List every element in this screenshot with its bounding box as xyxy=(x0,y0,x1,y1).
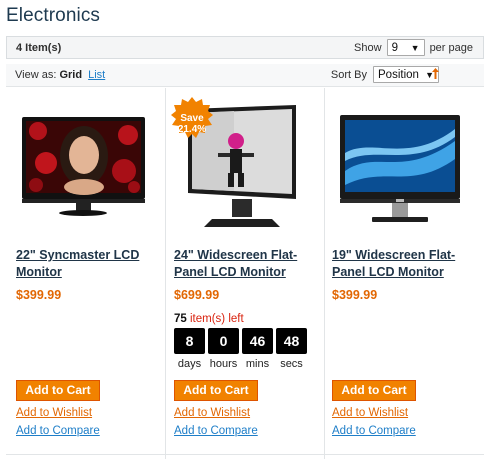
product-price: $399.99 xyxy=(16,288,62,302)
save-label: Save xyxy=(180,113,204,124)
timer-secs-value: 48 xyxy=(276,328,307,354)
show-label: Show xyxy=(354,41,382,54)
product-image[interactable] xyxy=(332,101,467,236)
product-item: 22" Syncmaster LCD Monitor $399.99 Add t… xyxy=(12,88,160,454)
arrow-up-icon[interactable] xyxy=(431,67,440,83)
product-grid: 22" Syncmaster LCD Monitor $399.99 Add t… xyxy=(6,88,484,459)
column-divider xyxy=(324,88,325,459)
per-page-label: per page xyxy=(429,41,473,54)
timer-mins: 46 mins xyxy=(242,328,273,370)
product-name-link[interactable]: 22" Syncmaster LCD Monitor xyxy=(16,247,162,281)
add-to-cart-button[interactable]: Add to Cart xyxy=(332,380,416,401)
product-item: Save 21.4% 24" Widescreen Flat- Panel LC… xyxy=(170,88,318,454)
add-to-compare-link[interactable]: Add to Compare xyxy=(16,425,100,437)
timer-hours-value: 0 xyxy=(208,328,239,354)
add-to-cart-button[interactable]: Add to Cart xyxy=(16,380,100,401)
product-name-line: 22" Syncmaster LCD xyxy=(16,248,140,262)
product-image[interactable] xyxy=(16,101,151,236)
product-name-line: 19" Widescreen Flat- xyxy=(332,248,456,262)
timer-secs: 48 secs xyxy=(276,328,307,370)
sort-by-select[interactable]: Position ▼ xyxy=(373,66,439,83)
product-item: 19" Widescreen Flat- Panel LCD Monitor $… xyxy=(328,88,476,454)
timer-secs-label: secs xyxy=(280,358,303,370)
add-to-cart-button[interactable]: Add to Cart xyxy=(174,380,258,401)
product-name-link[interactable]: 24" Widescreen Flat- Panel LCD Monitor xyxy=(174,247,320,281)
chevron-down-icon: ▼ xyxy=(410,42,420,53)
timer-hours: 0 hours xyxy=(208,328,239,370)
view-grid-current: Grid xyxy=(59,69,83,81)
product-price: $399.99 xyxy=(332,288,378,302)
row-divider xyxy=(6,454,484,455)
timer-mins-value: 46 xyxy=(242,328,273,354)
save-percent: 21.4% xyxy=(177,124,207,135)
stock-remaining: 75 item(s) left xyxy=(174,313,244,325)
stock-count: 75 xyxy=(174,313,187,325)
timer-days-value: 8 xyxy=(174,328,205,354)
add-to-compare-link[interactable]: Add to Compare xyxy=(174,425,258,437)
stock-text: item(s) xyxy=(190,313,226,325)
product-name-line: Panel LCD Monitor xyxy=(332,265,444,279)
page-title: Electronics xyxy=(6,5,101,26)
item-count: 4 Item(s) xyxy=(16,42,62,54)
timer-days-label: days xyxy=(177,358,202,370)
product-price: $699.99 xyxy=(174,288,220,302)
sort-by-value: Position xyxy=(378,68,419,81)
product-name-line: Panel LCD Monitor xyxy=(174,265,286,279)
add-to-compare-link[interactable]: Add to Compare xyxy=(332,425,416,437)
timer-days: 8 days xyxy=(174,328,205,370)
limiter: Show 9 ▼ per page xyxy=(354,39,473,56)
per-page-select[interactable]: 9 ▼ xyxy=(386,39,425,56)
sort-by-label: Sort By xyxy=(330,68,367,81)
stock-left: left xyxy=(228,313,244,325)
pager-toolbar: 4 Item(s) Show 9 ▼ per page xyxy=(6,36,484,59)
add-to-wishlist-link[interactable]: Add to Wishlist xyxy=(16,407,92,419)
view-as-label: View as: xyxy=(15,69,57,81)
timer-hours-label: hours xyxy=(209,358,238,370)
sorter-toolbar: View as: Grid List Sort By Position ▼ xyxy=(6,64,484,87)
product-name-line: 24" Widescreen Flat- xyxy=(174,248,298,262)
column-divider xyxy=(165,88,166,459)
timer-mins-label: mins xyxy=(245,358,270,370)
product-name-line: Monitor xyxy=(16,265,62,279)
add-to-wishlist-link[interactable]: Add to Wishlist xyxy=(332,407,408,419)
save-badge-text: Save 21.4% xyxy=(170,113,214,135)
countdown-timer: 8 days 0 hours 46 mins 48 secs xyxy=(174,328,307,370)
save-badge: Save 21.4% xyxy=(170,96,214,140)
add-to-wishlist-link[interactable]: Add to Wishlist xyxy=(174,407,250,419)
sort-by: Sort By Position ▼ xyxy=(331,66,439,83)
view-mode: View as: Grid List xyxy=(15,69,105,81)
product-name-link[interactable]: 19" Widescreen Flat- Panel LCD Monitor xyxy=(332,247,478,281)
view-list-link[interactable]: List xyxy=(88,69,105,81)
per-page-value: 9 xyxy=(391,41,398,54)
